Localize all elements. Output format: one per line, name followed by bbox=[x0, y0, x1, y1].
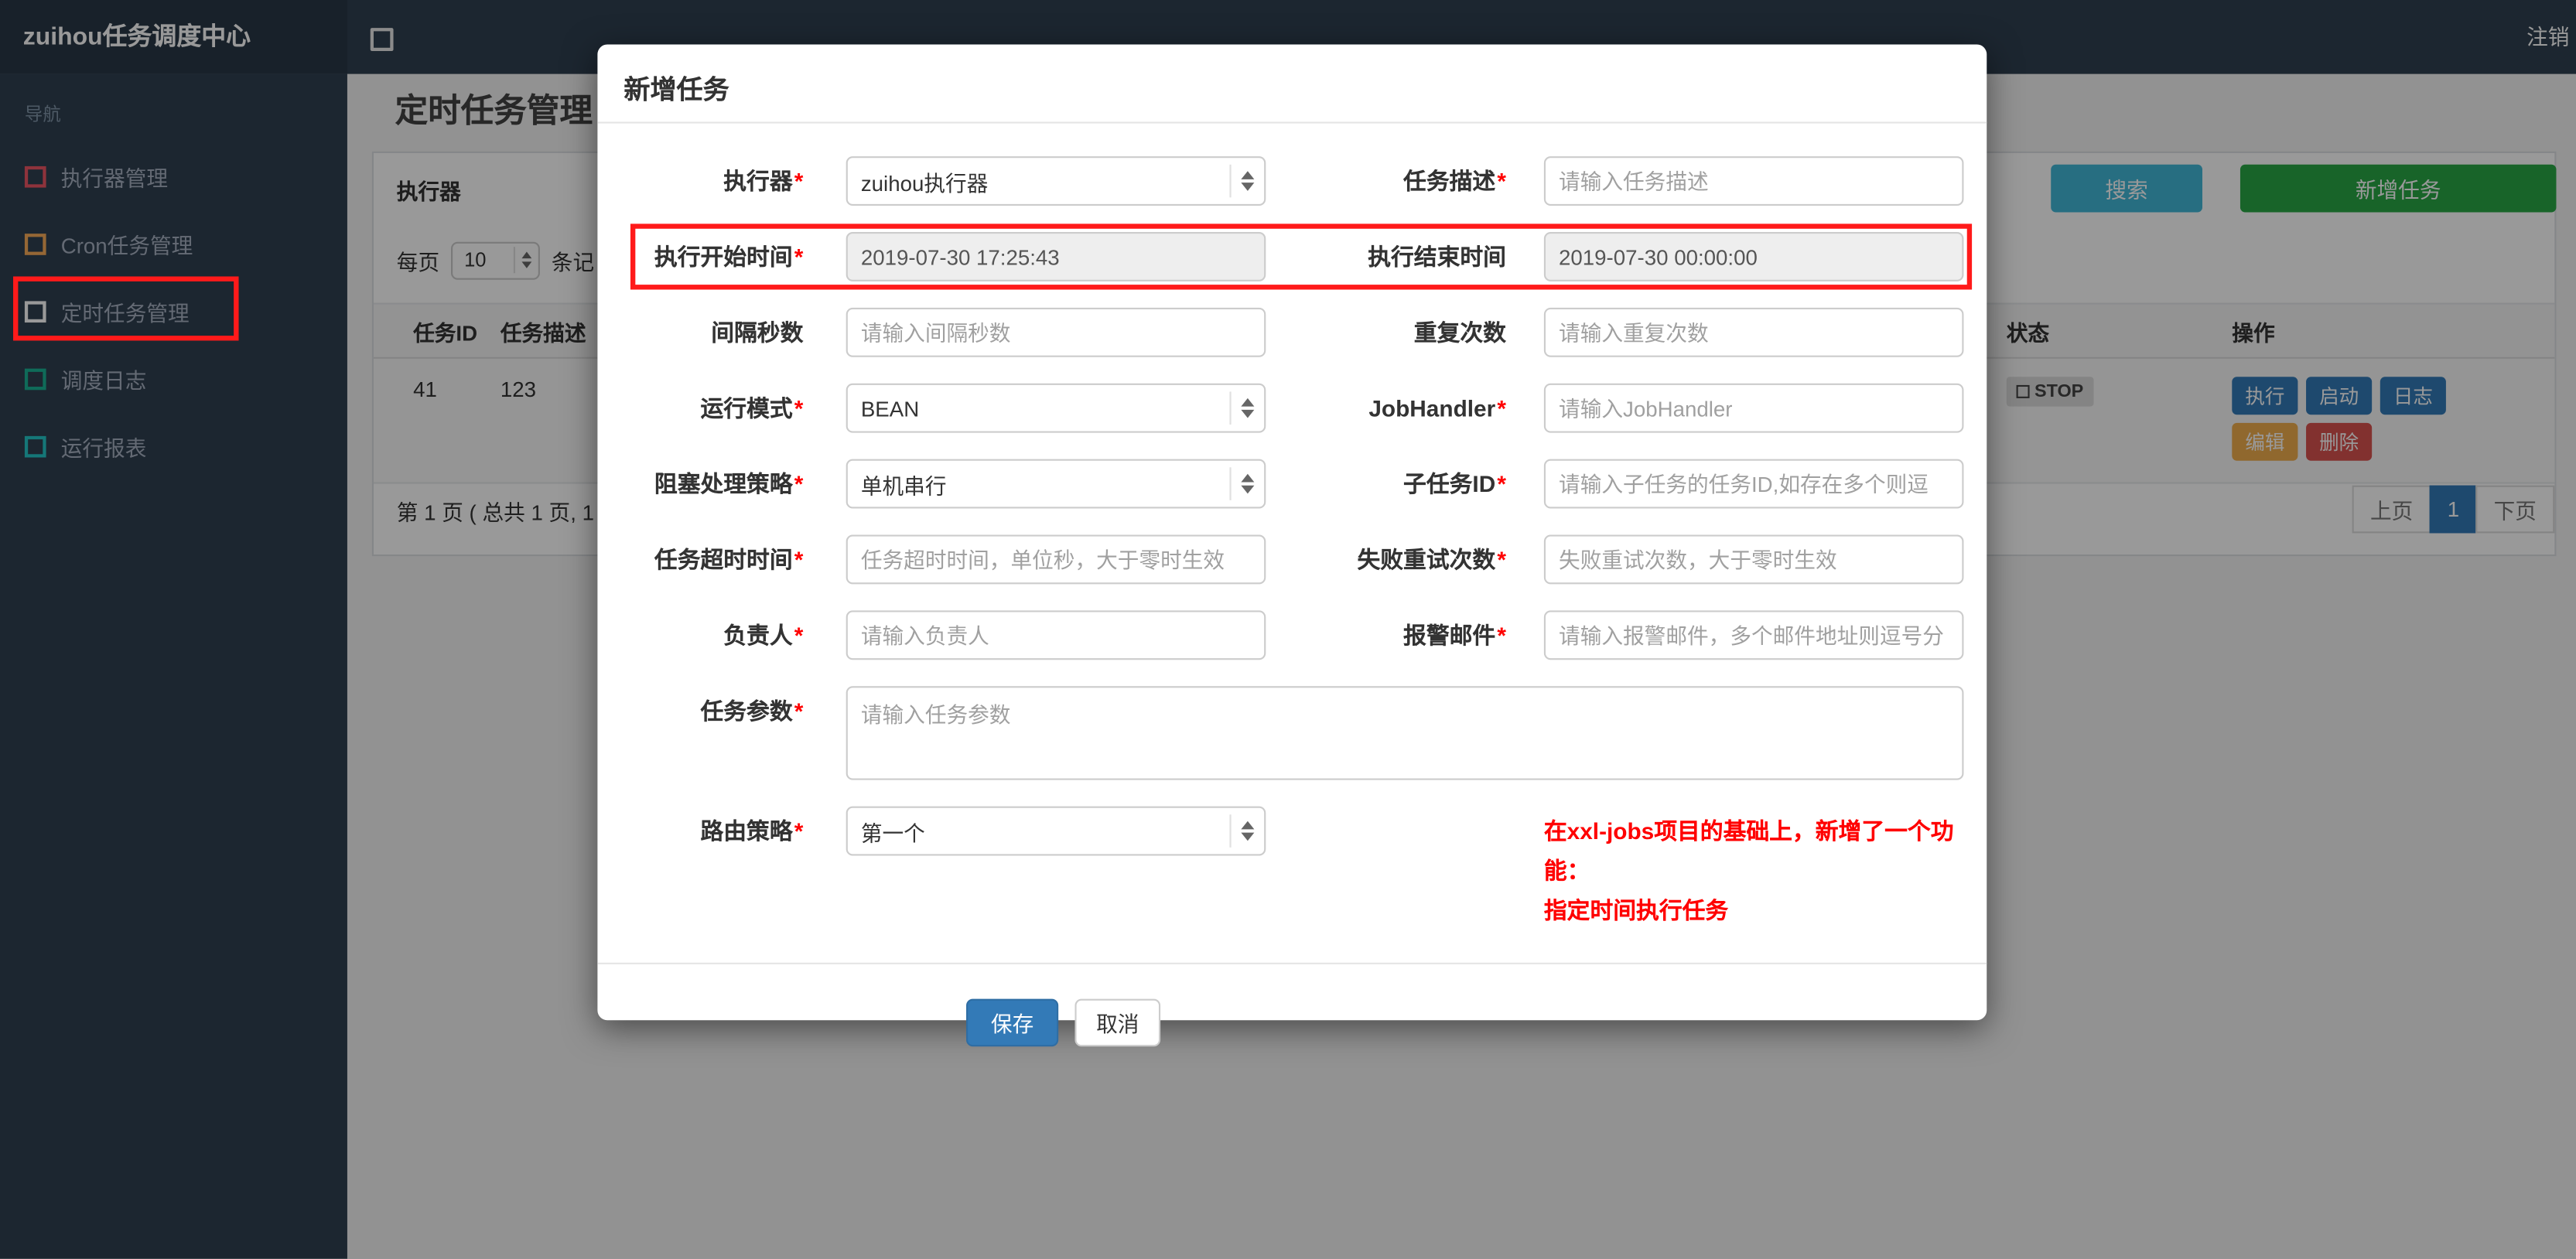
select-arrows-icon bbox=[1229, 164, 1264, 198]
job-desc-label: 任务描述 * bbox=[1403, 168, 1506, 195]
select-arrows-icon bbox=[1229, 814, 1264, 848]
interval-input[interactable] bbox=[846, 307, 1266, 357]
add-task-modal: 新增任务 执行器* zuihou执行器 任务描述* 执行开始时间* 执行结束时间… bbox=[597, 44, 1987, 1047]
glue-type-label: 运行模式 * bbox=[700, 394, 804, 421]
feature-note-line1: 在xxl-jobs项目的基础上，新增了一个功能： bbox=[1543, 817, 1954, 884]
job-param-label: 任务参数 * bbox=[700, 698, 804, 725]
add-task-form: 执行器* zuihou执行器 任务描述* 执行开始时间* 执行结束时间 间隔秒数… bbox=[597, 124, 1987, 930]
end-time-input[interactable] bbox=[1543, 232, 1964, 281]
job-param-textarea[interactable] bbox=[846, 686, 1964, 780]
route-strategy-label: 路由策略 * bbox=[700, 817, 804, 844]
author-label: 负责人 * bbox=[723, 622, 804, 649]
fail-retry-input[interactable] bbox=[1543, 534, 1964, 585]
timeout-label: 任务超时时间 * bbox=[654, 546, 804, 573]
modal-footer: 保存 取消 bbox=[597, 964, 1987, 1047]
end-time-label: 执行结束时间 bbox=[1368, 243, 1506, 270]
select-arrows-icon bbox=[1229, 391, 1264, 425]
start-time-label: 执行开始时间 * bbox=[654, 243, 804, 270]
executor-label: 执行器 * bbox=[723, 168, 804, 195]
feature-note: 在xxl-jobs项目的基础上，新增了一个功能： 指定时间执行任务 bbox=[1544, 807, 1964, 930]
job-handler-input[interactable] bbox=[1543, 383, 1964, 433]
interval-label: 间隔秒数 bbox=[711, 319, 804, 346]
repeat-count-label: 重复次数 bbox=[1413, 319, 1506, 346]
job-desc-input[interactable] bbox=[1543, 156, 1964, 206]
route-strategy-select[interactable]: 第一个 bbox=[846, 806, 1266, 856]
modal-title: 新增任务 bbox=[624, 77, 729, 106]
modal-header: 新增任务 bbox=[597, 44, 1987, 124]
select-arrows-icon bbox=[1229, 467, 1264, 500]
timeout-input[interactable] bbox=[846, 534, 1266, 585]
author-input[interactable] bbox=[846, 610, 1266, 660]
app-window: zuihou任务调度中心 注销 导航 执行器管理 Cron任务管理 定时任务管理… bbox=[0, 0, 2576, 1259]
job-handler-label: JobHandler * bbox=[1368, 394, 1506, 421]
alarm-email-label: 报警邮件 * bbox=[1403, 622, 1506, 649]
child-job-id-label: 子任务ID * bbox=[1403, 470, 1506, 497]
block-strategy-select[interactable]: 单机串行 bbox=[846, 459, 1266, 509]
alarm-email-input[interactable] bbox=[1543, 610, 1964, 660]
executor-select[interactable]: zuihou执行器 bbox=[846, 156, 1266, 206]
child-job-id-input[interactable] bbox=[1543, 459, 1964, 509]
save-button[interactable]: 保存 bbox=[966, 998, 1059, 1047]
cancel-button[interactable]: 取消 bbox=[1074, 998, 1161, 1047]
glue-type-select[interactable]: BEAN bbox=[846, 383, 1266, 433]
repeat-count-input[interactable] bbox=[1543, 307, 1964, 357]
start-time-input[interactable] bbox=[846, 232, 1266, 281]
fail-retry-label: 失败重试次数 * bbox=[1357, 546, 1506, 573]
feature-note-line2: 指定时间执行任务 bbox=[1543, 896, 1729, 923]
block-strategy-label: 阻塞处理策略 * bbox=[654, 470, 804, 497]
